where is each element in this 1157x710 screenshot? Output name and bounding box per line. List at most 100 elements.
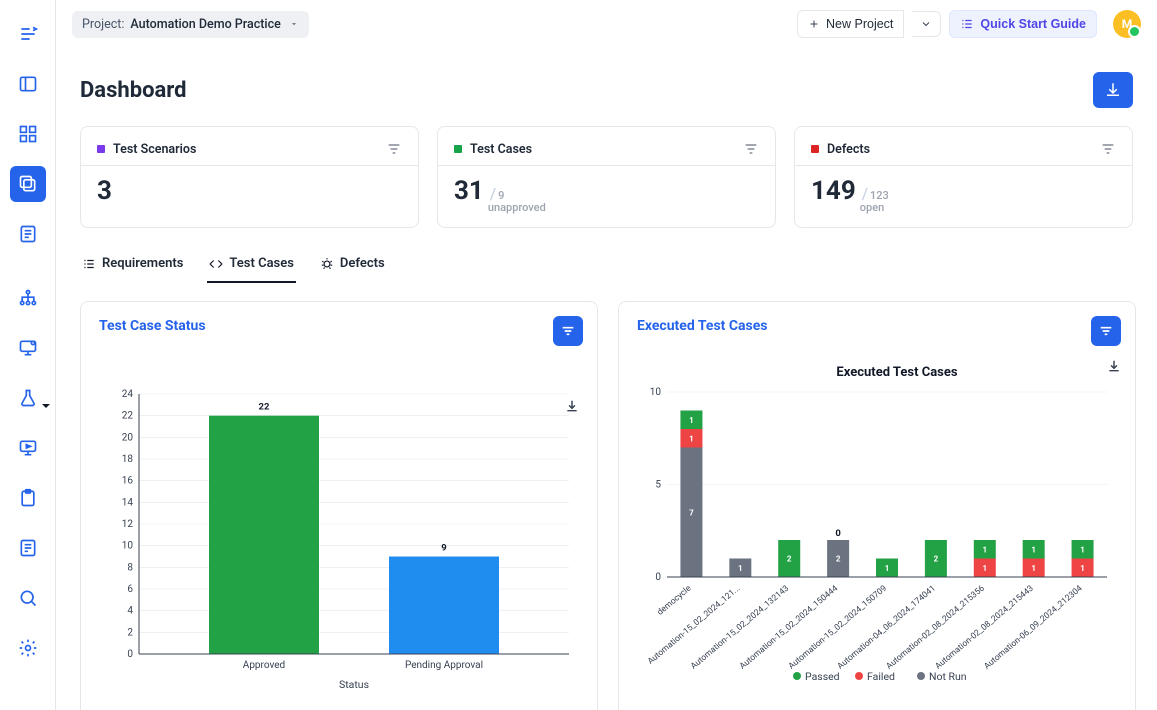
download-icon (1104, 81, 1122, 99)
executed-test-cases-chart: Executed Test Cases0510711democycle1Auto… (637, 362, 1117, 692)
svg-text:Approved: Approved (243, 660, 285, 671)
card-title: Defects (827, 142, 870, 157)
sidebar-monitor-play-icon[interactable] (10, 430, 46, 466)
sidebar-grid-icon[interactable] (10, 116, 46, 152)
sidebar-flask-icon[interactable] (10, 380, 46, 416)
panel-download-button[interactable] (565, 398, 579, 417)
svg-text:Automation-04_06_2024_174041: Automation-04_06_2024_174041 (836, 584, 938, 672)
dot-purple (97, 145, 105, 153)
svg-text:20: 20 (122, 432, 134, 443)
sidebar-layers-icon[interactable] (10, 166, 46, 202)
svg-text:6: 6 (127, 584, 133, 595)
panel-filter-button[interactable] (553, 316, 583, 346)
svg-text:1: 1 (689, 416, 694, 425)
sidebar-panel-icon[interactable] (10, 66, 46, 102)
panel-download-button[interactable] (1107, 358, 1121, 377)
tab-label: Defects (340, 256, 385, 271)
code-icon (209, 257, 223, 271)
card-value: 149 (811, 176, 856, 206)
quick-start-label: Quick Start Guide (980, 17, 1086, 31)
main: Project: Automation Demo Practice New Pr… (56, 0, 1157, 710)
card-title: Test Scenarios (113, 142, 196, 157)
svg-text:4: 4 (127, 606, 133, 617)
project-label: Project: (82, 17, 124, 32)
export-button[interactable] (1093, 72, 1133, 108)
tab-label: Test Cases (229, 256, 294, 271)
card-subtext: open (860, 201, 884, 214)
svg-text:10: 10 (650, 387, 662, 398)
svg-text:9: 9 (441, 543, 446, 554)
filter-icon[interactable] (386, 141, 402, 157)
project-selector[interactable]: Project: Automation Demo Practice (72, 11, 309, 38)
tab-defects[interactable]: Defects (318, 250, 387, 283)
svg-text:0: 0 (655, 572, 661, 583)
page-title: Dashboard (80, 78, 187, 103)
tabs: Requirements Test Cases Defects (80, 250, 1133, 283)
svg-text:1: 1 (1031, 545, 1036, 554)
svg-text:Status: Status (339, 678, 369, 691)
panel-test-case-status: Test Case Status 02468101214161820222422… (80, 301, 598, 710)
svg-text:Automation-02_08_2024_215356: Automation-02_08_2024_215356 (885, 583, 987, 671)
svg-text:democycle: democycle (656, 583, 694, 617)
svg-text:22: 22 (259, 402, 270, 413)
svg-text:Automation-15_02_2024_121...: Automation-15_02_2024_121... (646, 584, 742, 667)
quick-start-button[interactable]: Quick Start Guide (949, 10, 1097, 38)
sidebar-settings-icon[interactable] (10, 630, 46, 666)
avatar-initial: M (1122, 17, 1133, 31)
svg-text:Automation-15_02_2024_150444: Automation-15_02_2024_150444 (738, 583, 840, 671)
card-value: 31 (454, 176, 484, 206)
svg-text:1: 1 (689, 434, 694, 443)
sidebar (0, 0, 56, 710)
panel-title: Test Case Status (99, 318, 579, 334)
card-title: Test Cases (470, 142, 532, 157)
list-icon (960, 17, 974, 31)
sidebar-notes-icon[interactable] (10, 216, 46, 252)
sidebar-search-icon[interactable] (10, 580, 46, 616)
sidebar-monitor-gear-icon[interactable] (10, 330, 46, 366)
new-project-button[interactable]: New Project (797, 10, 904, 38)
svg-text:22: 22 (122, 411, 134, 422)
panel-title: Executed Test Cases (637, 318, 1117, 334)
chevron-down-icon (920, 18, 932, 30)
list-icon (82, 257, 96, 271)
filter-icon[interactable] (743, 141, 759, 157)
sidebar-report-icon[interactable] (10, 530, 46, 566)
avatar[interactable]: M (1113, 10, 1141, 38)
svg-text:Pending Approval: Pending Approval (405, 660, 483, 671)
bug-icon (320, 257, 334, 271)
card-value: 3 (97, 176, 112, 206)
plus-icon (808, 18, 820, 30)
svg-text:5: 5 (655, 480, 661, 491)
tab-label: Requirements (102, 256, 183, 271)
card-defects: Defects 149 /123open (794, 126, 1133, 228)
dot-green (454, 145, 462, 153)
svg-text:Automation-06_09_2024_212304: Automation-06_09_2024_212304 (982, 583, 1084, 671)
sidebar-clipboard-icon[interactable] (10, 480, 46, 516)
svg-text:1: 1 (738, 564, 743, 573)
svg-text:Automation-15_02_2024_150709: Automation-15_02_2024_150709 (787, 583, 889, 671)
svg-text:Failed: Failed (867, 670, 895, 683)
tab-test-cases[interactable]: Test Cases (207, 250, 296, 283)
svg-text:16: 16 (122, 476, 134, 487)
download-icon (565, 399, 579, 413)
card-test-scenarios: Test Scenarios 3 (80, 126, 419, 228)
tab-requirements[interactable]: Requirements (80, 250, 185, 283)
svg-text:Executed Test Cases: Executed Test Cases (836, 365, 957, 380)
chevron-down-icon (289, 19, 299, 29)
sidebar-collapse-icon[interactable] (10, 16, 46, 52)
svg-text:12: 12 (122, 519, 134, 530)
panel-filter-button[interactable] (1091, 316, 1121, 346)
svg-text:24: 24 (122, 389, 134, 400)
new-project-dropdown[interactable] (912, 11, 941, 37)
svg-text:18: 18 (122, 454, 134, 465)
svg-text:Passed: Passed (805, 670, 840, 683)
card-subtext: unapproved (488, 201, 546, 214)
filter-icon[interactable] (1100, 141, 1116, 157)
topbar: Project: Automation Demo Practice New Pr… (56, 0, 1157, 48)
filter-icon (1098, 323, 1114, 339)
filter-icon (560, 323, 576, 339)
project-value: Automation Demo Practice (130, 17, 280, 32)
sidebar-hierarchy-icon[interactable] (10, 280, 46, 316)
download-icon (1107, 359, 1121, 373)
svg-text:1: 1 (1031, 564, 1036, 573)
